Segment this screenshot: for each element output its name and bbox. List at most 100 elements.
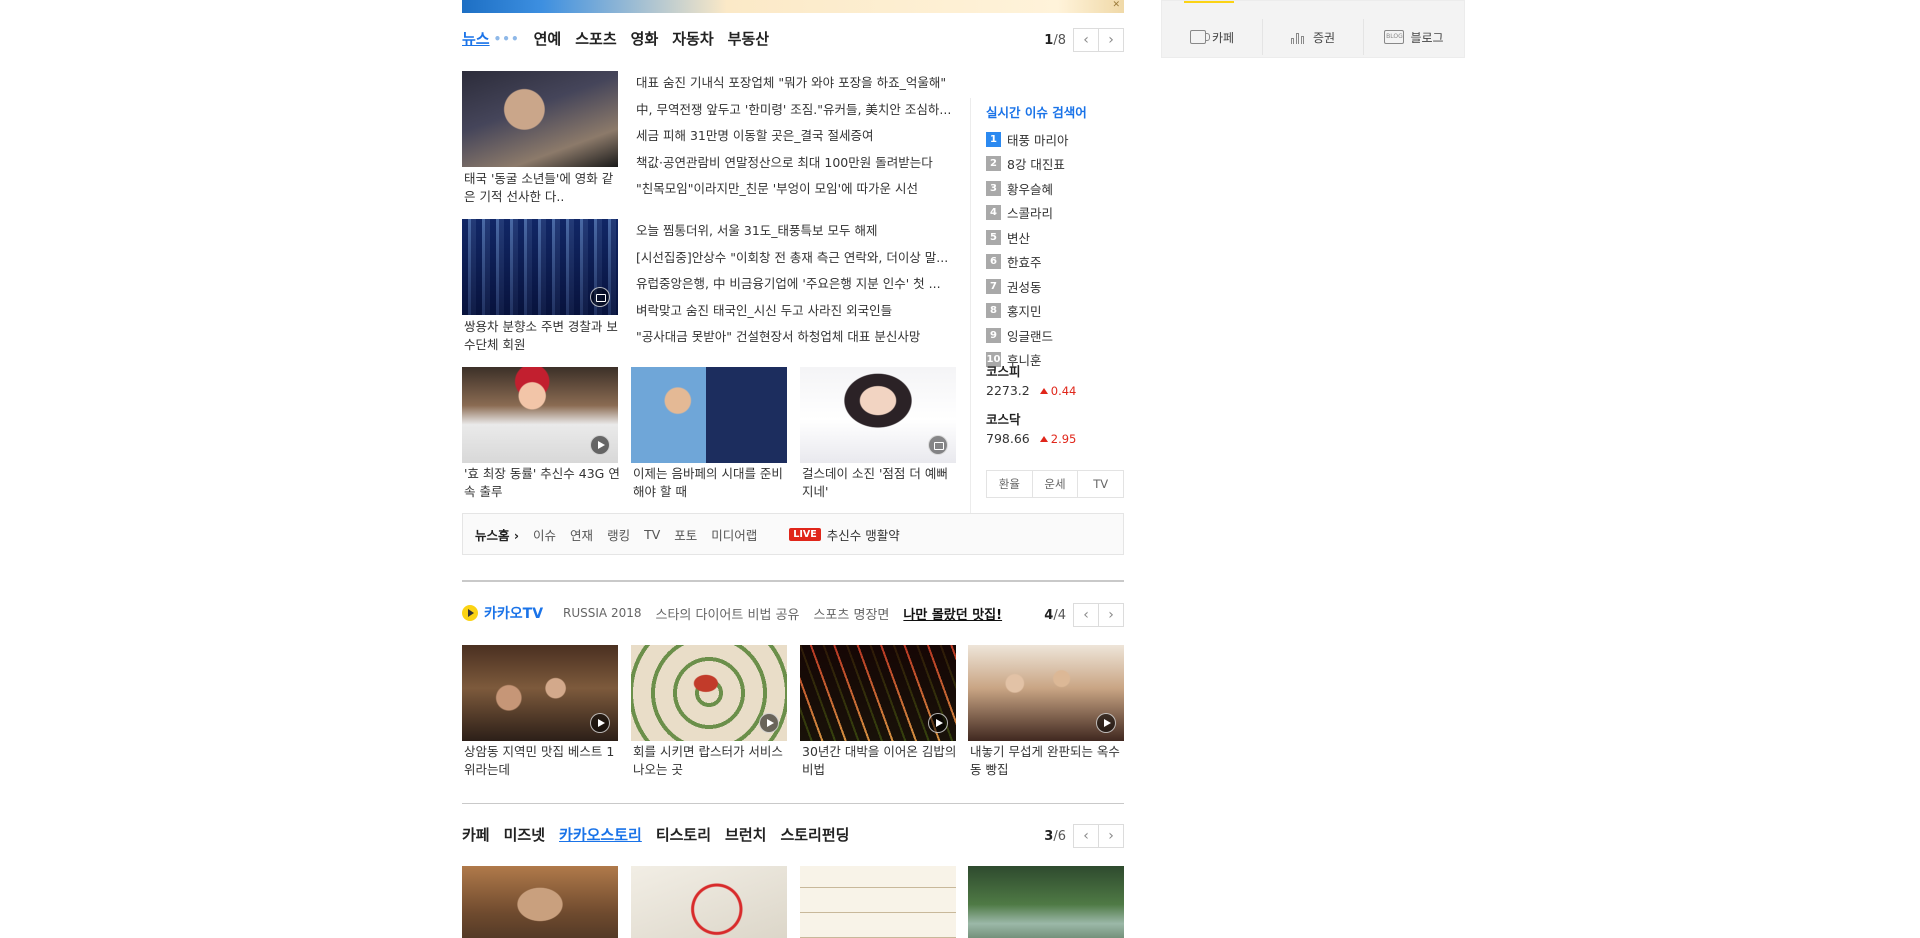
news-thumb-image[interactable] — [462, 219, 618, 315]
video-thumb[interactable] — [631, 645, 787, 741]
news-photo-thumb[interactable] — [631, 367, 787, 463]
next-page-button[interactable]: › — [1098, 603, 1124, 627]
tab-hidden-restaurants[interactable]: 나만 몰랐던 맛집! — [903, 604, 1002, 623]
headline-list: 오늘 찜통더위, 서울 31도_태풍특보 모두 해제 [시선집중]안상수 "이회… — [636, 218, 954, 351]
news-thumb-caption[interactable]: 태국 '동굴 소년들'에 영화 같은 기적 선사한 다.. — [464, 170, 620, 206]
headline-item[interactable]: 대표 숨진 기내식 포장업체 "뭐가 와야 포장을 하죠_억울해" — [636, 70, 954, 97]
tab-movie[interactable]: 영화 — [631, 28, 659, 49]
keyword-item[interactable]: 8 홍지민 — [986, 299, 1124, 324]
section-divider — [462, 803, 1124, 804]
live-badge: LIVE — [789, 527, 821, 541]
stock-name: 코스피 — [986, 364, 1021, 379]
tab-tistory[interactable]: 티스토리 — [656, 824, 711, 845]
keyword-item[interactable]: 6 한효주 — [986, 250, 1124, 275]
stock-value: 2273.2 — [986, 383, 1030, 398]
banner-close-icon[interactable]: ✕ — [1112, 0, 1120, 10]
tab-fortune[interactable]: 운세 — [1033, 471, 1079, 497]
video-caption[interactable]: 내놓기 무섭게 완판되는 옥수동 빵집 — [970, 743, 1126, 779]
tab-miznet[interactable]: 미즈넷 — [504, 824, 545, 845]
service-cafe-link[interactable]: 카페 — [1162, 19, 1263, 55]
tab-russia-2018[interactable]: RUSSIA 2018 — [563, 606, 641, 620]
tab-sports-highlight[interactable]: 스포츠 명장면 — [813, 604, 889, 623]
prev-page-button[interactable]: ‹ — [1073, 603, 1099, 627]
tab-car[interactable]: 자동차 — [672, 28, 713, 49]
headline-item[interactable]: [시선집중]안상수 "이회창 전 총재 측근 연락와, 더이상 말... — [636, 245, 954, 272]
news-link-photo[interactable]: 포토 — [674, 525, 697, 544]
stock-kospi[interactable]: 코스피 2273.2 0.44 — [986, 363, 1124, 401]
photo-icon — [928, 435, 948, 455]
live-news-link[interactable]: LIVE 추신수 맹활약 — [789, 525, 900, 544]
realtime-title[interactable]: 실시간 이슈 검색어 — [986, 102, 1124, 121]
keyword-item[interactable]: 2 8강 대진표 — [986, 152, 1124, 177]
news-link-medialab[interactable]: 미디어랩 — [711, 525, 757, 544]
keyword-item[interactable]: 5 변산 — [986, 225, 1124, 250]
tab-cafe[interactable]: 카페 — [462, 824, 490, 845]
keyword-item[interactable]: 1 태풍 마리아 — [986, 127, 1124, 152]
story-thumb[interactable] — [462, 866, 618, 938]
tab-news[interactable]: 뉴스 — [462, 28, 490, 49]
video-caption[interactable]: 상암동 지역민 맛집 베스트 1위라는데 — [464, 743, 620, 779]
tab-storyfunding[interactable]: 스토리펀딩 — [780, 824, 849, 845]
tab-exchange-rate[interactable]: 환율 — [987, 471, 1033, 497]
tab-realestate[interactable]: 부동산 — [728, 28, 769, 49]
keyword-item[interactable]: 7 권성동 — [986, 274, 1124, 299]
video-thumb[interactable] — [462, 645, 618, 741]
play-icon — [1096, 713, 1116, 733]
news-footer-bar: 뉴스홈 › 이슈 연재 랭킹 TV 포토 미디어랩 LIVE 추신수 맹활약 — [462, 513, 1124, 555]
next-page-button[interactable]: › — [1098, 824, 1124, 848]
keyword-item[interactable]: 4 스콜라리 — [986, 201, 1124, 226]
keyword-label: 스콜라리 — [1007, 206, 1054, 222]
prev-page-button[interactable]: ‹ — [1073, 824, 1099, 848]
play-icon — [928, 713, 948, 733]
news-link-issue[interactable]: 이슈 — [533, 525, 556, 544]
next-page-button[interactable]: › — [1098, 28, 1124, 52]
headline-item[interactable]: 책값·공연관람비 연말정산으로 최대 100만원 돌려받는다 — [636, 150, 954, 177]
kakao-tv-pager: 4/4 ‹ › — [1044, 603, 1124, 627]
keyword-label: 8강 대진표 — [1007, 157, 1065, 173]
headline-item[interactable]: 中, 무역전쟁 앞두고 '한미령' 조짐."유커들, 美치안 조심하... — [636, 97, 954, 124]
play-icon — [590, 435, 610, 455]
prev-page-button[interactable]: ‹ — [1073, 28, 1099, 52]
video-thumb[interactable] — [968, 645, 1124, 741]
story-thumb[interactable] — [631, 866, 787, 938]
news-video-thumb[interactable] — [462, 367, 618, 463]
video-thumb[interactable] — [800, 645, 956, 741]
section-divider — [462, 580, 1124, 582]
video-caption[interactable]: 회를 시키면 랍스터가 서비스 나오는 곳 — [633, 743, 789, 779]
headline-item[interactable]: 세금 피해 31만명 이동할 곳은_결국 절세증여 — [636, 123, 954, 150]
tab-brunch[interactable]: 브런치 — [725, 824, 766, 845]
news-home-link[interactable]: 뉴스홈 › — [475, 525, 519, 544]
headline-item[interactable]: 유럽중앙은행, 中 비금융기업에 '주요은행 지분 인수' 첫 ... — [636, 271, 954, 298]
keyword-item[interactable]: 9 잉글랜드 — [986, 323, 1124, 348]
service-blog-link[interactable]: BLOG 블로그 — [1364, 19, 1464, 55]
news-thumb-caption[interactable]: 이제는 음바페의 시대를 준비해야 할 때 — [633, 465, 789, 501]
news-link-ranking[interactable]: 랭킹 — [607, 525, 630, 544]
service-stock-link[interactable]: 증권 — [1263, 19, 1364, 55]
tab-sports[interactable]: 스포츠 — [575, 28, 616, 49]
story-thumb[interactable] — [800, 866, 956, 938]
headline-item[interactable]: 벼락맞고 숨진 태국인_시신 두고 사라진 외국인들 — [636, 298, 954, 325]
rank-number: 6 — [986, 254, 1001, 270]
news-thumb-caption[interactable]: '효 최장 동률' 추신수 43G 연속 출루 — [464, 465, 620, 501]
tab-entertainment[interactable]: 연예 — [534, 28, 562, 49]
headline-item[interactable]: 오늘 찜통더위, 서울 31도_태풍특보 모두 해제 — [636, 218, 954, 245]
news-thumb-image[interactable] — [462, 71, 618, 167]
headline-item[interactable]: "공사대금 못받아" 건설현장서 하청업체 대표 분신사망 — [636, 324, 954, 351]
news-thumb-caption[interactable]: 쌍용차 분향소 주변 경찰과 보수단체 회원 — [464, 318, 620, 354]
news-link-series[interactable]: 연재 — [570, 525, 593, 544]
top-banner[interactable]: ✕ — [462, 0, 1124, 13]
keyword-label: 한효주 — [1007, 255, 1042, 271]
story-thumb[interactable] — [968, 866, 1124, 938]
news-thumb-caption[interactable]: 걸스데이 소진 '점점 더 예뻐지네' — [802, 465, 958, 501]
tab-star-diet[interactable]: 스타의 다이어트 비법 공유 — [656, 604, 800, 623]
news-link-tv[interactable]: TV — [644, 527, 660, 542]
kakao-tv-brand[interactable]: 카카오TV — [462, 603, 543, 623]
stock-kosdaq[interactable]: 코스닥 798.66 2.95 — [986, 411, 1124, 449]
rank-number: 2 — [986, 156, 1001, 172]
headline-item[interactable]: "친목모임"이라지만_친문 '부엉이 모임'에 따가운 시선 — [636, 176, 954, 203]
video-caption[interactable]: 30년간 대박을 이어온 김밥의 비법 — [802, 743, 958, 779]
tab-kakaostory[interactable]: 카카오스토리 — [559, 824, 642, 845]
news-photo-thumb[interactable] — [800, 367, 956, 463]
keyword-item[interactable]: 3 황우슬혜 — [986, 176, 1124, 201]
tab-tv[interactable]: TV — [1078, 471, 1123, 497]
